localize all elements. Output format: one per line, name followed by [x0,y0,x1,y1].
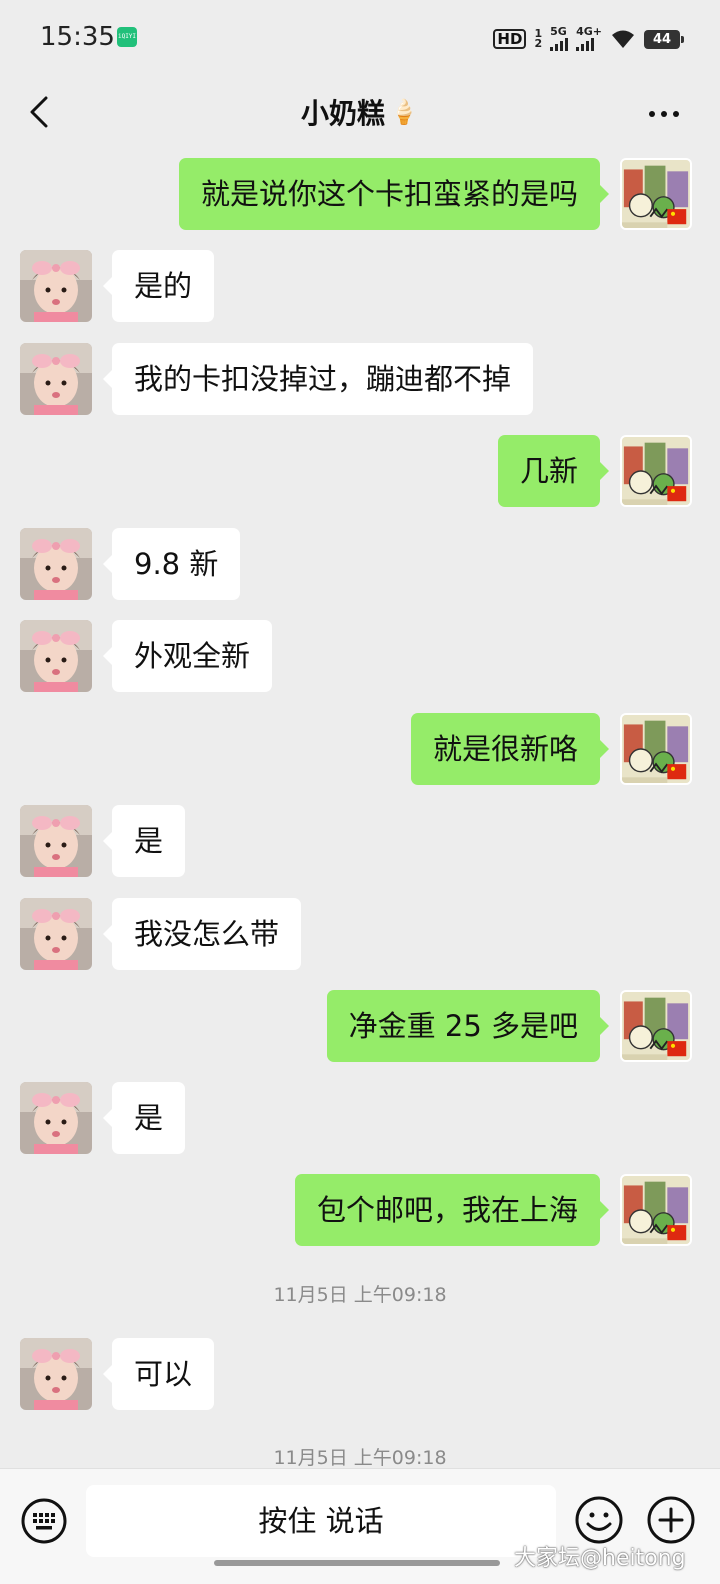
status-indicators: HD 12 5G 4G+ 44 [493,24,684,54]
wifi-icon [612,30,634,48]
hd-sim-index: 12 [534,27,543,50]
home-indicator[interactable] [214,1560,500,1566]
message-text: 包个邮吧，我在上海 [316,1193,578,1227]
outgoing-message[interactable]: 就是很新咯 [410,713,610,785]
message-text: 就是说你这个卡扣蛮紧的是吗 [200,177,578,211]
ice-cream-emoji: 🍦 [389,98,419,126]
emoji-icon[interactable] [574,1495,624,1545]
outgoing-message[interactable]: 包个邮吧，我在上海 [294,1174,610,1246]
incoming-message[interactable]: 是 [102,1082,186,1154]
my-avatar[interactable] [620,713,692,785]
my-avatar[interactable] [620,158,692,230]
contact-name: 小奶糕 [301,97,386,130]
message-text: 净金重 25 多是吧 [348,1009,578,1043]
message-text: 是的 [134,269,193,303]
signal-icon-2 [576,37,595,51]
incoming-message[interactable]: 我没怎么带 [102,898,302,970]
battery-icon: 44 [644,29,684,49]
outgoing-message[interactable]: 就是说你这个卡扣蛮紧的是吗 [178,158,610,230]
my-avatar[interactable] [620,1174,692,1246]
message-text: 可以 [134,1357,193,1391]
outgoing-message[interactable]: 净金重 25 多是吧 [326,990,610,1062]
chat-header: 小奶糕 🍦 [0,78,720,150]
my-avatar[interactable] [620,990,692,1062]
incoming-message[interactable]: 可以 [102,1338,215,1410]
message-text: 9.8 新 [134,547,219,581]
app-notification-icon: iQIYI [117,27,137,47]
message-text: 外观全新 [134,639,251,673]
incoming-message[interactable]: 我的卡扣没掉过，蹦迪都不掉 [102,343,534,415]
message-text: 是 [134,1101,164,1135]
more-icon[interactable] [644,94,684,134]
hold-to-talk-button[interactable]: 按住 说话 [86,1485,556,1557]
contact-avatar[interactable] [20,528,92,600]
signal-icon [550,37,569,51]
incoming-message[interactable]: 是 [102,805,186,877]
network-4g-label: 4G+ [576,26,602,51]
message-text: 就是很新咯 [432,732,578,766]
contact-avatar[interactable] [20,805,92,877]
message-timestamp: 11月5日 上午09:18 [273,1447,447,1468]
plus-icon[interactable] [646,1495,696,1545]
hd-voice-icon: HD [493,29,527,49]
message-timestamp: 11月5日 上午09:18 [273,1284,447,1306]
message-text: 几新 [519,454,578,488]
incoming-message[interactable]: 外观全新 [102,620,273,692]
contact-avatar[interactable] [20,898,92,970]
chat-title: 小奶糕 🍦 [0,92,720,132]
status-time: 15:35 [40,22,115,52]
contact-avatar[interactable] [20,343,92,415]
contact-avatar[interactable] [20,620,92,692]
my-avatar[interactable] [620,435,692,507]
message-list[interactable]: 就是说你这个卡扣蛮紧的是吗 是的 我的卡扣没掉过，蹦迪都不掉 几新 9.8 新 … [0,150,720,1468]
watermark-text: 大家坛@heitong [514,1546,686,1571]
message-text: 我没怎么带 [134,917,280,951]
keyboard-icon[interactable] [20,1497,68,1545]
contact-avatar[interactable] [20,1338,92,1410]
contact-avatar[interactable] [20,250,92,322]
contact-avatar[interactable] [20,1082,92,1154]
network-5g-label: 5G [550,26,569,51]
outgoing-message[interactable]: 几新 [497,435,610,507]
message-text: 我的卡扣没掉过，蹦迪都不掉 [134,362,512,396]
incoming-message[interactable]: 是的 [102,250,215,322]
incoming-message[interactable]: 9.8 新 [102,528,241,600]
message-text: 是 [134,824,164,858]
status-bar: 15:35 iQIYI HD 12 5G 4G+ 44 [0,0,720,78]
